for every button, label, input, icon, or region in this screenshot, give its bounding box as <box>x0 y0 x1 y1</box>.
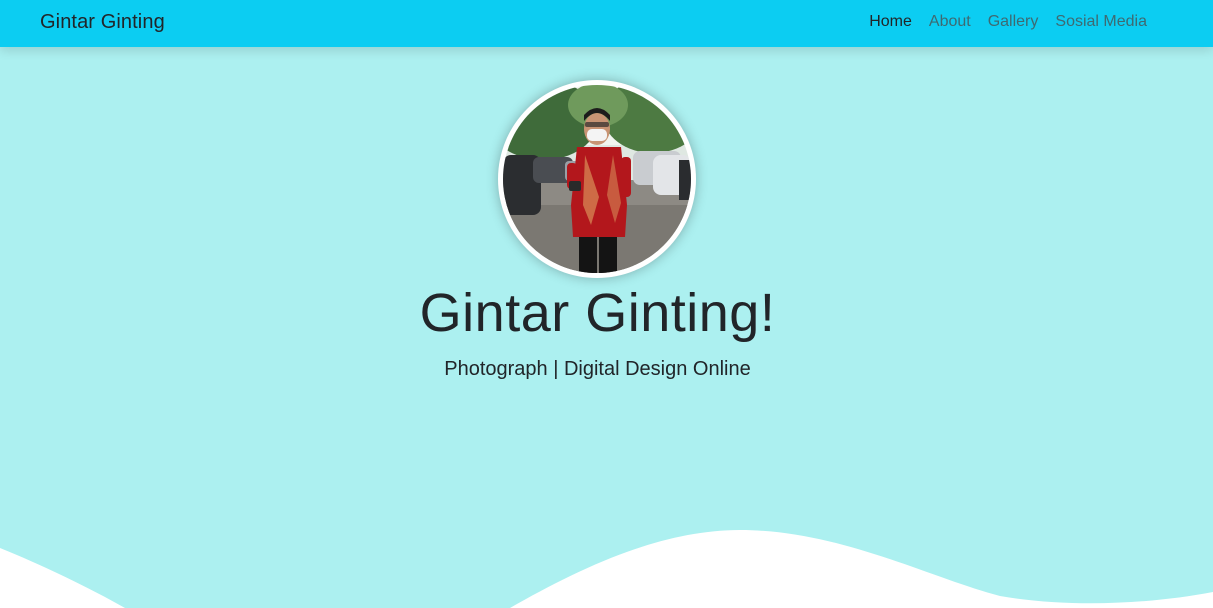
nav-link-home[interactable]: Home <box>869 13 912 31</box>
profile-photo-image <box>503 85 691 273</box>
nav-links: Home About Gallery Sosial Media <box>869 13 1147 31</box>
wave-divider <box>0 530 1213 608</box>
hero-subtitle: Photograph | Digital Design Online <box>444 358 751 380</box>
nav-link-about[interactable]: About <box>929 13 971 31</box>
profile-photo <box>503 85 691 273</box>
hero-title: Gintar Ginting! <box>419 283 776 343</box>
nav-link-sosial-media[interactable]: Sosial Media <box>1055 13 1147 31</box>
nav-link-gallery[interactable]: Gallery <box>988 13 1039 31</box>
navbar: Gintar Ginting Home About Gallery Sosial… <box>0 0 1213 47</box>
profile-avatar-frame <box>498 80 696 278</box>
navbar-brand[interactable]: Gintar Ginting <box>40 11 165 34</box>
